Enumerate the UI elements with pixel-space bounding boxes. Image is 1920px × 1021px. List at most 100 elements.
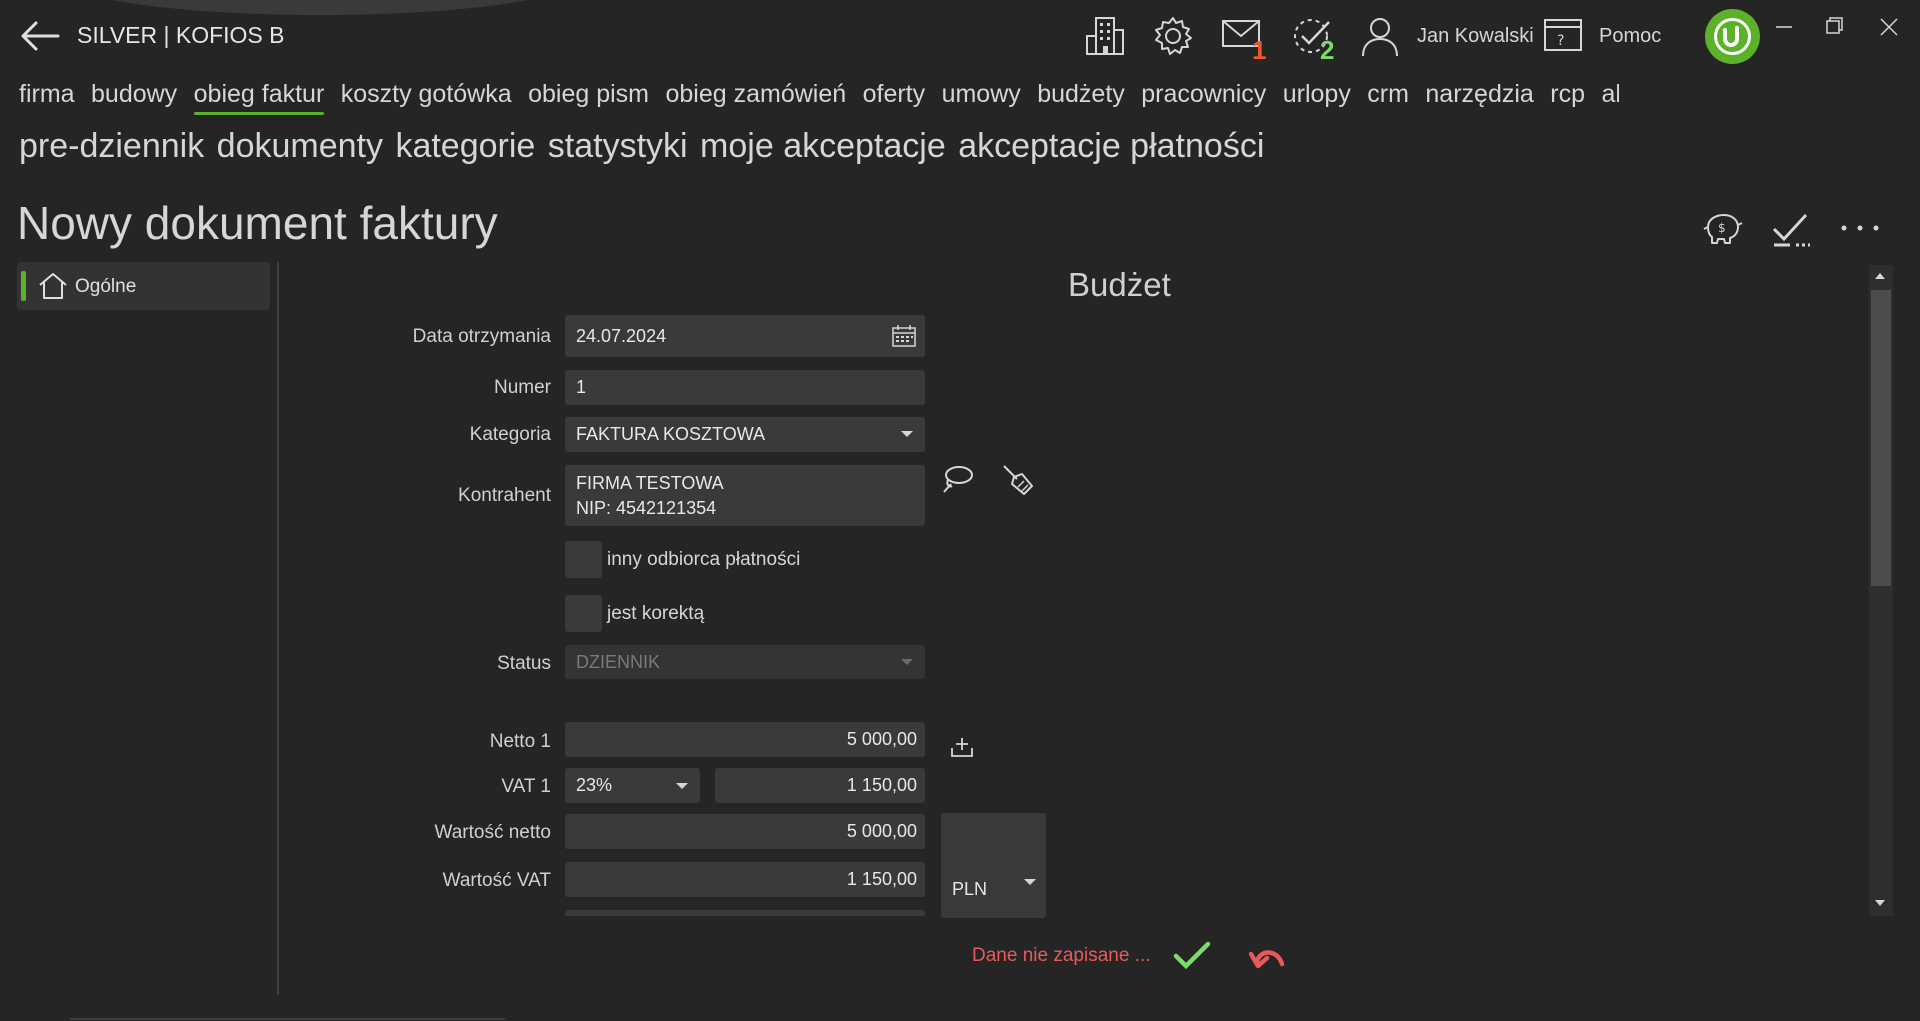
menu-item-budowy[interactable]: budowy bbox=[91, 80, 177, 113]
numer-value: 1 bbox=[576, 377, 587, 397]
menu-item-obieg-pism[interactable]: obieg pism bbox=[528, 80, 649, 113]
menu-item-firma[interactable]: firma bbox=[19, 80, 75, 113]
help-window-icon: ? bbox=[1544, 19, 1582, 51]
status-select: DZIENNIK bbox=[565, 645, 925, 679]
next-field-partial bbox=[565, 910, 925, 916]
currency-value: PLN bbox=[952, 879, 988, 899]
user-name[interactable]: Jan Kowalski bbox=[1417, 25, 1534, 48]
piggy-bank-icon: $ bbox=[1703, 214, 1743, 244]
currency-select[interactable]: PLN bbox=[941, 813, 1046, 918]
menu-item-obieg-zamowien[interactable]: obieg zamówień bbox=[665, 80, 846, 113]
company-button[interactable] bbox=[1083, 14, 1127, 58]
menu-item-obieg-faktur[interactable]: obieg faktur bbox=[193, 80, 324, 115]
menu-item-budzety[interactable]: budżety bbox=[1037, 80, 1125, 113]
submenu-item-akceptacje-platnosci[interactable]: akceptacje płatności bbox=[958, 127, 1264, 166]
main-menu: firma budowy obieg faktur koszty gotówka… bbox=[19, 80, 1619, 118]
section-title: Budżet bbox=[1068, 266, 1171, 303]
page-title: Nowy dokument faktury bbox=[17, 197, 498, 249]
jest-korekta-checkbox[interactable] bbox=[565, 595, 602, 632]
sidebar-item-label: Ogólne bbox=[75, 276, 137, 297]
add-vat-row-button[interactable] bbox=[948, 732, 976, 760]
undo-button[interactable] bbox=[1248, 940, 1289, 974]
building-icon bbox=[1086, 17, 1124, 55]
submenu-item-pre-dziennik[interactable]: pre-dziennik bbox=[19, 127, 204, 166]
submenu-item-statystyki[interactable]: statystyki bbox=[548, 127, 688, 166]
data-otrzymania-value: 24.07.2024 bbox=[576, 325, 667, 346]
menu-item-akceptacje[interactable]: akce bbox=[1601, 80, 1619, 113]
menu-item-rcp[interactable]: rcp bbox=[1550, 80, 1585, 113]
close-icon bbox=[1880, 18, 1898, 36]
kontrahent-label: Kontrahent bbox=[458, 485, 551, 506]
minimize-button[interactable] bbox=[1764, 10, 1804, 44]
user-icon bbox=[1362, 18, 1398, 57]
status-label: Status bbox=[497, 653, 551, 674]
chevron-down-icon bbox=[901, 431, 913, 437]
chevron-down-icon bbox=[676, 783, 688, 789]
active-indicator bbox=[21, 271, 26, 301]
netto1-field[interactable]: 5 000,00 bbox=[565, 722, 925, 757]
vat1-label: VAT 1 bbox=[501, 776, 551, 797]
gear-icon bbox=[1155, 17, 1192, 55]
user-button[interactable] bbox=[1358, 14, 1402, 58]
calendar-icon[interactable] bbox=[891, 324, 917, 348]
wartosc-netto-field[interactable]: 5 000,00 bbox=[565, 814, 925, 849]
mail-badge: 1 bbox=[1252, 35, 1267, 65]
kontrahent-field[interactable]: FIRMA TESTOWA NIP: 4542121354 bbox=[565, 465, 925, 526]
more-options-button[interactable] bbox=[1838, 210, 1882, 246]
wartosc-netto-value: 5 000,00 bbox=[846, 821, 917, 841]
restore-button[interactable] bbox=[1814, 10, 1854, 44]
inny-odbiorca-checkbox[interactable] bbox=[565, 541, 602, 578]
wartosc-netto-label: Wartość netto bbox=[434, 822, 551, 843]
wartosc-vat-field[interactable]: 1 150,00 bbox=[565, 862, 925, 897]
submenu-item-kategorie[interactable]: kategorie bbox=[395, 127, 535, 166]
home-icon bbox=[39, 273, 67, 299]
menu-item-koszty-gotowka[interactable]: koszty gotówka bbox=[341, 80, 512, 113]
menu-item-oferty[interactable]: oferty bbox=[863, 80, 926, 113]
accept-button[interactable] bbox=[1770, 207, 1814, 251]
kategoria-select[interactable]: FAKTURA KOSZTOWA bbox=[565, 417, 925, 452]
vat1-rate-select[interactable]: 23% bbox=[565, 768, 700, 803]
wartosc-vat-value: 1 150,00 bbox=[846, 869, 917, 889]
submenu-item-dokumenty[interactable]: dokumenty bbox=[217, 127, 383, 166]
back-button[interactable] bbox=[18, 18, 64, 54]
check-underline-icon bbox=[1772, 213, 1810, 247]
check-icon bbox=[1173, 941, 1211, 970]
tasks-badge: 2 bbox=[1320, 35, 1335, 65]
menu-item-urlopy[interactable]: urlopy bbox=[1283, 80, 1351, 113]
scrollbar-thumb[interactable] bbox=[1871, 290, 1891, 586]
svg-text:$: $ bbox=[1718, 221, 1726, 235]
data-otrzymania-field[interactable]: 24.07.2024 bbox=[565, 315, 925, 357]
menu-item-crm[interactable]: crm bbox=[1367, 80, 1409, 113]
app-title: SILVER | KOFIOS B bbox=[77, 22, 285, 48]
vat1-amount-field[interactable]: 1 150,00 bbox=[715, 768, 925, 803]
sidebar-item-ogolne[interactable]: Ogólne bbox=[17, 262, 270, 310]
help-label[interactable]: Pomoc bbox=[1599, 25, 1661, 48]
scroll-down-icon[interactable] bbox=[1875, 900, 1885, 906]
clear-kontrahent-button[interactable] bbox=[1000, 462, 1036, 498]
kategoria-label: Kategoria bbox=[469, 424, 551, 445]
wartosc-vat-label: Wartość VAT bbox=[442, 870, 551, 891]
menu-item-umowy[interactable]: umowy bbox=[942, 80, 1021, 113]
submenu-item-moje-akceptacje[interactable]: moje akceptacje bbox=[700, 127, 946, 166]
chevron-down-icon bbox=[901, 659, 913, 665]
status-value: DZIENNIK bbox=[576, 651, 661, 672]
netto1-value: 5 000,00 bbox=[846, 729, 917, 749]
settings-button[interactable] bbox=[1151, 14, 1195, 58]
help-button[interactable]: ? bbox=[1543, 18, 1583, 54]
save-button[interactable] bbox=[1172, 938, 1212, 974]
kontrahent-name: FIRMA TESTOWA bbox=[576, 472, 724, 493]
jest-korekta-label: jest korektą bbox=[607, 603, 705, 624]
numer-field[interactable]: 1 bbox=[565, 370, 925, 405]
menu-item-pracownicy[interactable]: pracownicy bbox=[1141, 80, 1266, 113]
sub-menu: pre-dziennik dokumenty kategorie statyst… bbox=[19, 127, 1272, 166]
kategoria-value: FAKTURA KOSZTOWA bbox=[576, 424, 766, 444]
vat1-rate-value: 23% bbox=[576, 775, 613, 795]
close-button[interactable] bbox=[1869, 10, 1909, 44]
numer-label: Numer bbox=[493, 377, 551, 398]
scroll-up-icon[interactable] bbox=[1875, 273, 1885, 279]
budget-button[interactable]: $ bbox=[1700, 207, 1744, 251]
select-kontrahent-button[interactable] bbox=[940, 462, 976, 498]
title-bar-decoration bbox=[60, 0, 580, 15]
add-row-icon bbox=[951, 738, 973, 757]
menu-item-narzedzia[interactable]: narzędzia bbox=[1425, 80, 1533, 113]
